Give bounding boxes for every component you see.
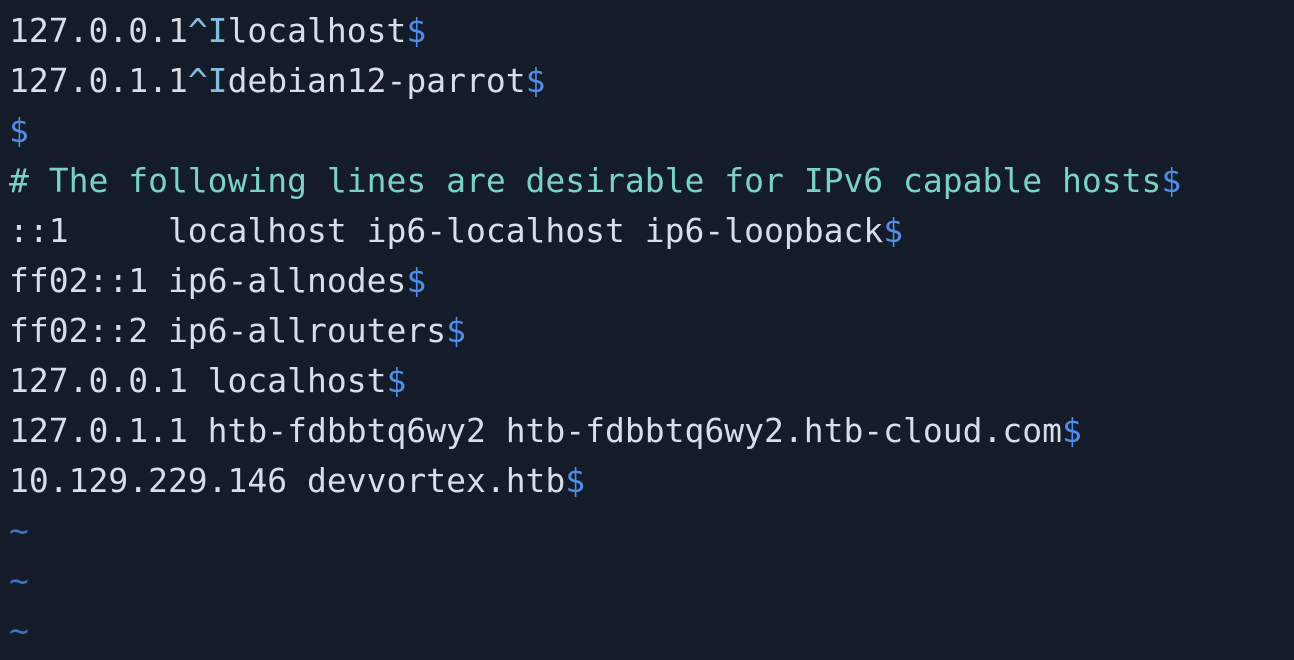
buffer-line[interactable]: 127.0.1.1 htb-fdbbtq6wy2 htb-fdbbtq6wy2.… [9, 406, 1294, 456]
buffer-line[interactable]: $ [9, 106, 1294, 156]
line-text: debian12-parrot [227, 61, 526, 100]
buffer-line[interactable]: ff02::1 ip6-allnodes$ [9, 256, 1294, 306]
buffer-line[interactable]: ::1 localhost ip6-localhost ip6-loopback… [9, 206, 1294, 256]
end-of-line-marker: $ [446, 311, 466, 350]
line-text: 10.129.229.146 devvortex.htb [9, 461, 566, 500]
line-text: ff02::2 ip6-allrouters [9, 311, 447, 350]
buffer-line[interactable]: ff02::2 ip6-allrouters$ [9, 306, 1294, 356]
tab-control-char: ^I [187, 61, 228, 100]
empty-line-marker: ~ [9, 561, 29, 600]
line-text: localhost [227, 11, 407, 50]
buffer-line[interactable]: 10.129.229.146 devvortex.htb$ [9, 456, 1294, 506]
ip-address: 127.0.1.1 [9, 61, 188, 100]
end-of-line-marker: $ [883, 211, 904, 250]
empty-line-marker: ~ [9, 611, 29, 650]
end-of-line-marker: $ [525, 61, 546, 100]
end-of-line-marker: $ [1062, 411, 1082, 450]
buffer-line[interactable]: # The following lines are desirable for … [9, 156, 1294, 206]
buffer-line[interactable]: 127.0.1.1^Idebian12-parrot$ [9, 56, 1294, 106]
end-of-line-marker: $ [386, 361, 407, 400]
text-editor[interactable]: 127.0.0.1^Ilocalhost$ 127.0.1.1^Idebian1… [0, 0, 1294, 660]
end-of-line-marker: $ [9, 111, 29, 150]
line-text: 127.0.1.1 htb-fdbbtq6wy2 htb-fdbbtq6wy2.… [9, 411, 1062, 450]
line-text: 127.0.0.1 localhost [9, 361, 387, 400]
line-text: ff02::1 ip6-allnodes [9, 261, 407, 300]
line-text: ::1 localhost ip6-localhost ip6-loopback [9, 211, 884, 250]
buffer-line[interactable]: 127.0.0.1 localhost$ [9, 356, 1294, 406]
end-of-line-marker: $ [406, 261, 427, 300]
comment-text: # The following lines are desirable for … [9, 161, 1162, 200]
empty-line-marker: ~ [9, 511, 29, 550]
buffer-line[interactable]: 127.0.0.1^Ilocalhost$ [9, 6, 1294, 56]
ip-address: 127.0.0.1 [9, 11, 188, 50]
end-of-line-marker: $ [1161, 161, 1182, 200]
tab-control-char: ^I [187, 11, 228, 50]
end-of-line-marker: $ [406, 11, 427, 50]
end-of-line-marker: $ [565, 461, 586, 500]
